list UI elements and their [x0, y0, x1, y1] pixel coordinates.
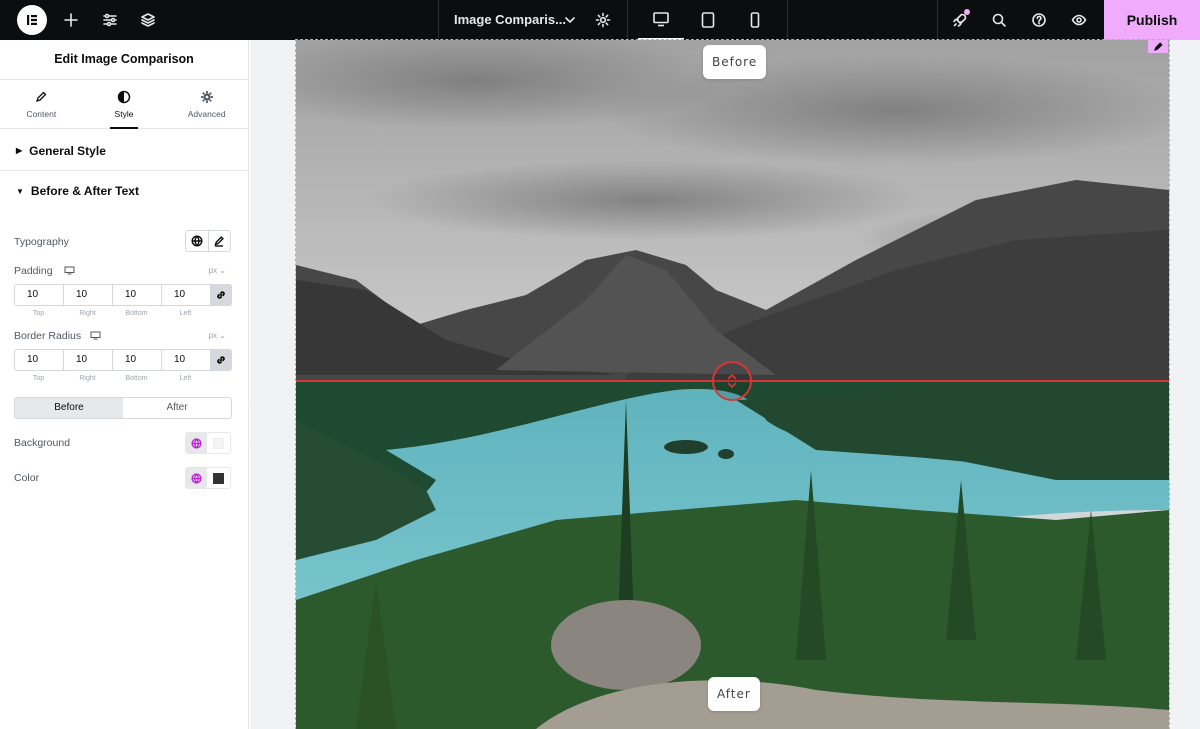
editor-topbar: Image Comparis... Publish [0, 0, 1200, 40]
structure-layers-icon[interactable] [138, 10, 158, 30]
section-general-style[interactable]: ▶ General Style [0, 131, 248, 171]
caret-down-icon: ▼ [16, 186, 24, 196]
gear-icon [200, 91, 213, 103]
typography-label: Typography [14, 236, 69, 248]
padding-unit: px [208, 266, 218, 275]
topbar-right-tools [937, 0, 1104, 40]
before-after-state-toggle: Before After [14, 397, 232, 419]
mobile-device-icon[interactable] [732, 0, 778, 40]
side-label-left: Left [179, 375, 192, 382]
contrast-icon [117, 90, 131, 104]
edit-typography-pencil-icon[interactable] [207, 231, 231, 251]
add-element-icon[interactable] [61, 10, 81, 30]
padding-side-labels: Top Right Bottom Left [14, 310, 210, 317]
responsive-desktop-icon[interactable] [90, 331, 101, 340]
responsive-desktop-icon[interactable] [64, 266, 75, 275]
editor-panel: Edit Image Comparison Content Style Adva… [0, 40, 249, 729]
image-comparison-widget[interactable]: Before After [295, 39, 1170, 729]
side-label-right: Right [79, 310, 96, 317]
border-radius-label: Border Radius [14, 330, 82, 342]
color-label: Color [14, 472, 40, 484]
text-color-control [185, 467, 231, 489]
desktop-device-icon[interactable] [638, 0, 684, 40]
side-label-bottom: Bottom [125, 375, 148, 382]
before-label: Before [703, 45, 767, 79]
radius-unit-selector[interactable]: px ⌄ [209, 331, 226, 340]
chevron-down-icon [727, 382, 737, 389]
pencil-icon [36, 91, 47, 103]
radius-right-input[interactable]: 10 [63, 349, 112, 371]
background-label: Background [14, 437, 71, 449]
section-before-after-label: Before & After Text [30, 184, 139, 198]
padding-bottom-input[interactable]: 10 [112, 284, 161, 306]
radius-bottom-input[interactable]: 10 [112, 349, 161, 371]
global-color-icon[interactable] [186, 468, 208, 488]
toggle-before-button[interactable]: Before [15, 398, 123, 418]
tab-content-label: Content [26, 109, 57, 119]
responsive-mode-switcher [628, 0, 788, 40]
padding-link-values-icon[interactable] [210, 284, 232, 306]
radius-left-input[interactable]: 10 [161, 349, 210, 371]
side-label-left: Left [179, 310, 192, 317]
padding-left-input[interactable]: 10 [161, 284, 210, 306]
side-label-top: Top [32, 310, 45, 317]
tab-advanced-label: Advanced [187, 109, 226, 119]
site-settings-icon[interactable] [100, 10, 120, 30]
whats-new-rocket-icon[interactable] [950, 9, 970, 30]
global-color-icon[interactable] [186, 433, 208, 453]
notification-dot [964, 9, 970, 15]
section-general-style-label: General Style [29, 143, 106, 158]
global-typography-icon[interactable] [186, 231, 208, 251]
padding-top-input[interactable]: 10 [14, 284, 63, 306]
page-settings-gear-icon[interactable] [593, 10, 613, 30]
caret-right-icon: ▶ [16, 146, 23, 155]
side-label-right: Right [79, 375, 96, 382]
radius-link-values-icon[interactable] [210, 349, 232, 371]
tab-advanced[interactable]: Advanced [165, 80, 248, 128]
typography-controls [185, 230, 231, 252]
document-title[interactable]: Image Comparis... [454, 12, 566, 27]
radius-unit: px [208, 331, 218, 340]
document-selector[interactable]: Image Comparis... [438, 0, 628, 40]
preview-eye-icon[interactable] [1069, 10, 1089, 30]
toggle-after-button[interactable]: After [123, 398, 231, 418]
before-image [296, 40, 1169, 381]
editor-canvas: Before After [250, 39, 1200, 729]
padding-right-input[interactable]: 10 [63, 284, 112, 306]
padding-unit-selector[interactable]: px ⌄ [209, 266, 226, 275]
chevron-up-icon [727, 373, 737, 380]
elementor-logo-icon[interactable] [17, 5, 47, 35]
comparison-drag-handle[interactable] [712, 361, 752, 401]
side-label-top: Top [32, 375, 45, 382]
text-color-swatch[interactable] [207, 468, 230, 488]
border-radius-inputs: 10 10 10 10 [14, 349, 232, 371]
panel-tabs: Content Style Advanced [0, 80, 248, 129]
padding-inputs: 10 10 10 10 [14, 284, 232, 306]
search-icon[interactable] [989, 10, 1009, 30]
padding-label: Padding [14, 265, 53, 277]
publish-button[interactable]: Publish [1104, 0, 1200, 40]
radius-side-labels: Top Right Bottom Left [14, 375, 210, 382]
panel-title: Edit Image Comparison [0, 40, 248, 80]
side-label-bottom: Bottom [125, 310, 148, 317]
chevron-down-icon[interactable] [560, 10, 580, 30]
tab-style-label: Style [114, 109, 134, 119]
before-image-clip [296, 40, 1169, 381]
background-color-swatch[interactable] [207, 433, 230, 453]
edit-widget-pencil-icon[interactable] [1148, 40, 1168, 53]
background-color-control [185, 432, 231, 454]
section-before-after-text[interactable]: ▼ Before & After Text [0, 171, 248, 211]
tab-style[interactable]: Style [83, 80, 166, 129]
tab-content[interactable]: Content [0, 80, 83, 128]
radius-top-input[interactable]: 10 [14, 349, 63, 371]
tablet-device-icon[interactable] [685, 0, 731, 40]
after-label: After [708, 677, 760, 711]
help-icon[interactable] [1029, 10, 1049, 30]
